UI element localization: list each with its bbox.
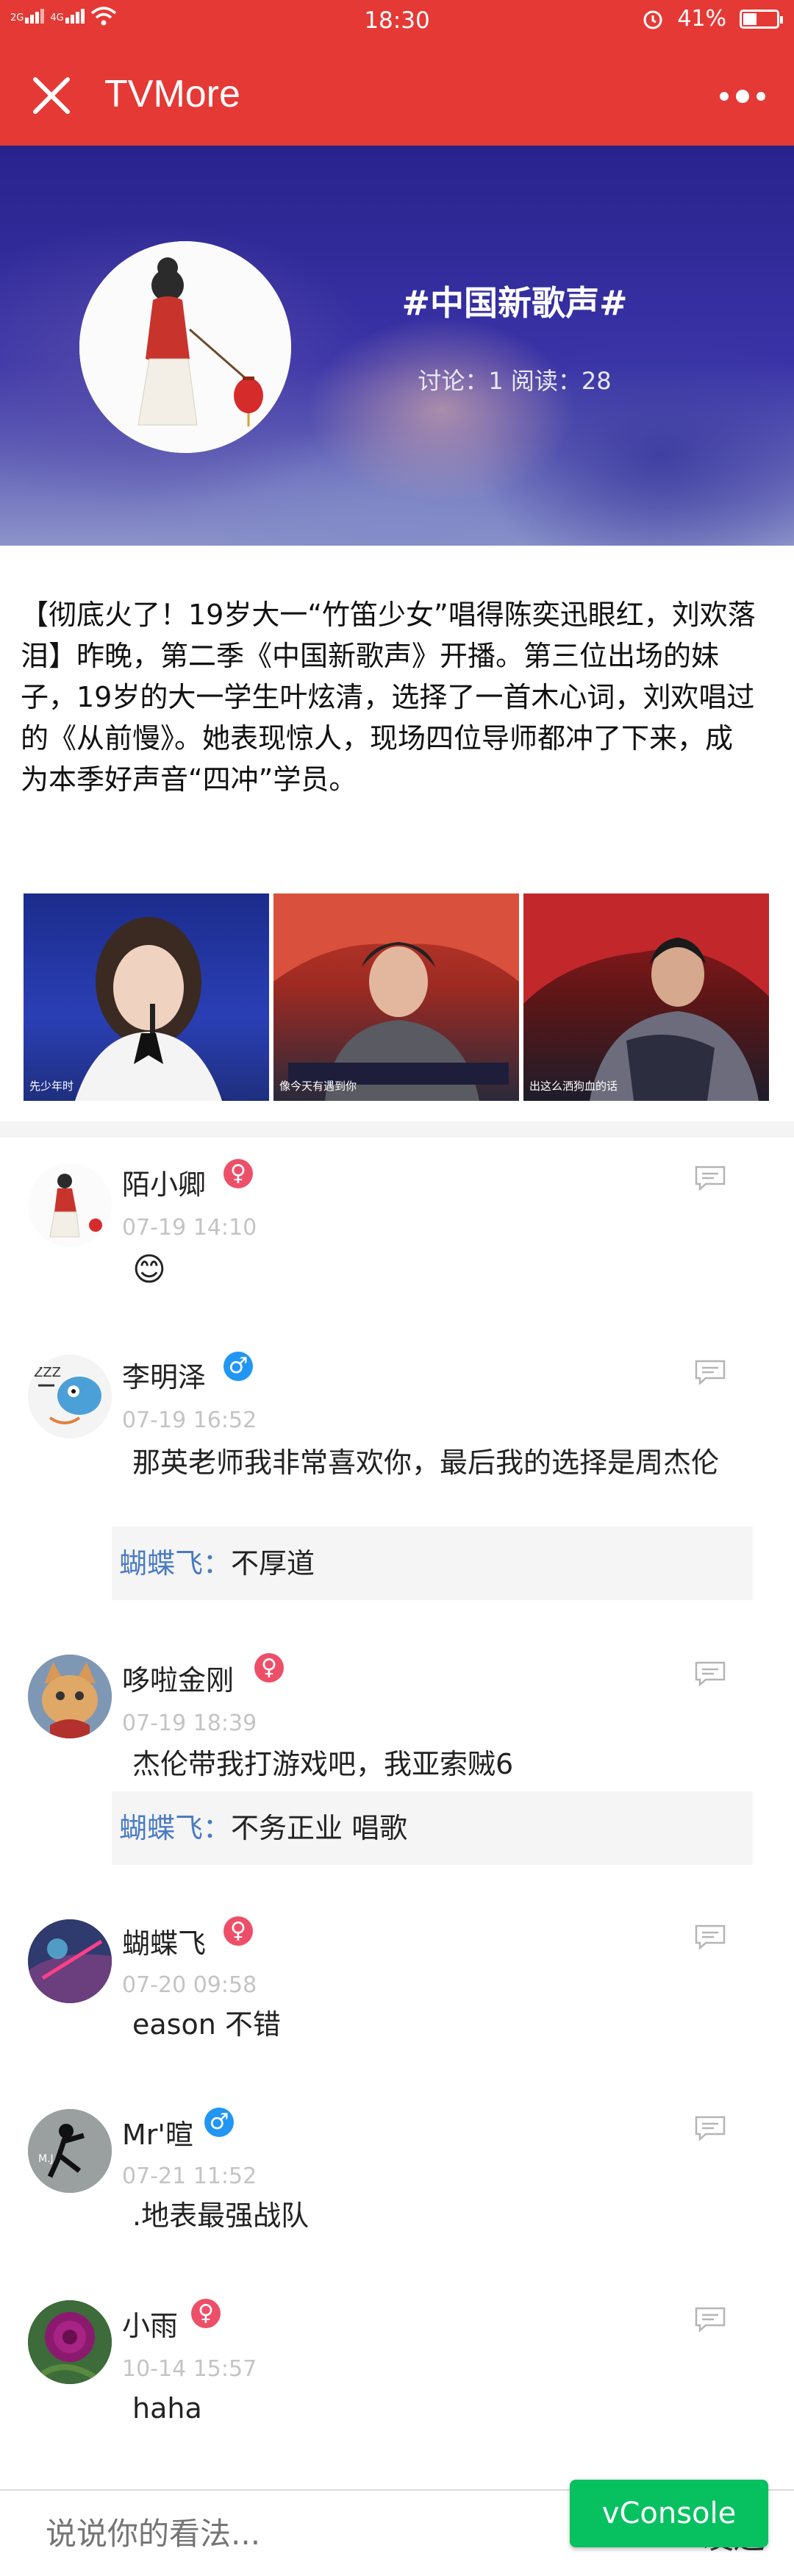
comment-time: 07-20 09:58 bbox=[122, 1972, 257, 1998]
title-bar: TVMore bbox=[0, 43, 794, 146]
svg-text:M.J: M.J bbox=[38, 2153, 54, 2165]
comment-text: 杰伦带我打游戏吧，我亚索贼6 bbox=[132, 1748, 514, 1780]
comment-author[interactable]: Mr'暄 bbox=[122, 2112, 193, 2152]
reply-icon[interactable] bbox=[694, 1924, 726, 1950]
female-icon: ♀ bbox=[254, 1653, 284, 1683]
comment-item: M.J Mr'暄 ♂ 07-21 11:52 .地表最强战队 bbox=[0, 2094, 794, 2263]
article-photo[interactable]: 像今天有遇到你 bbox=[273, 893, 519, 1101]
avatar[interactable] bbox=[28, 1655, 112, 1738]
more-dot bbox=[757, 92, 765, 101]
article-text: 【彻底火了！19岁大一“竹笛少女”唱得陈奕迅眼红，刘欢落泪】昨晚，第二季《中国新… bbox=[21, 599, 756, 796]
topic-stats: 讨论：1 阅读：28 bbox=[418, 367, 612, 395]
vconsole-button[interactable]: vConsole bbox=[570, 2480, 768, 2547]
comment-text: .地表最强战队 bbox=[132, 2199, 310, 2232]
reply-text: 不务正业 唱歌 bbox=[231, 1812, 408, 1844]
comment-time: 07-19 16:52 bbox=[122, 1407, 257, 1433]
girl-with-lantern-illustration bbox=[79, 241, 291, 453]
reply-icon[interactable] bbox=[694, 2115, 726, 2141]
reply-icon[interactable] bbox=[694, 1359, 726, 1385]
comment-item: ZZZ 李明泽 ♂ 07-19 16:52 那英老师我非常喜欢你，最后我的选择是… bbox=[0, 1338, 794, 1618]
reply-icon[interactable] bbox=[694, 1660, 726, 1687]
female-icon: ♀ bbox=[191, 2299, 221, 2328]
avatar[interactable] bbox=[28, 1163, 112, 1247]
comment-author[interactable]: 蝴蝶飞 bbox=[122, 1921, 206, 1961]
comment-item: 小雨 ♀ 10-14 15:57 haha bbox=[0, 2286, 794, 2455]
comment-item: 蝴蝶飞 ♀ 07-20 09:58 eason 不错 bbox=[0, 1905, 794, 2074]
topic-title: #中国新歌声# bbox=[401, 283, 628, 323]
comment-text: eason 不错 bbox=[132, 2008, 281, 2041]
status-right: 41% bbox=[642, 6, 783, 32]
judge-photo bbox=[273, 893, 519, 1101]
girl-avatar-image bbox=[49, 1174, 102, 1238]
photo-caption: 先少年时 bbox=[29, 1080, 74, 1093]
avatar[interactable]: M.J bbox=[28, 2109, 112, 2193]
avatar[interactable] bbox=[28, 1919, 112, 2003]
female-icon: ♀ bbox=[223, 1159, 253, 1188]
cartoon-avatar-image: ZZZ bbox=[34, 1365, 101, 1424]
comment-item: 哆啦金刚 ♀ 07-19 18:39 杰伦带我打游戏吧，我亚索贼6 蝴蝶飞：不务… bbox=[0, 1640, 794, 1883]
article-photos: 先少年时 像今天有遇到你 出这么洒狗血的话 bbox=[24, 893, 769, 1101]
comment-author[interactable]: 陌小卿 bbox=[122, 1162, 206, 1202]
singer-photo bbox=[75, 917, 222, 1101]
more-icon[interactable] bbox=[713, 78, 772, 115]
reply-item[interactable]: 蝴蝶飞：不务正业 唱歌 bbox=[112, 1791, 753, 1865]
male-icon: ♂ bbox=[204, 2108, 234, 2137]
comment-input[interactable] bbox=[44, 2508, 562, 2558]
battery-percent: 41% bbox=[677, 6, 726, 32]
comment-item: 陌小卿 ♀ 07-19 14:10 😊 bbox=[0, 1147, 794, 1316]
status-bar: 2G 4G 18:30 41% bbox=[0, 0, 794, 43]
battery-icon bbox=[740, 9, 783, 29]
comment-author[interactable]: 哆啦金刚 bbox=[122, 1658, 234, 1698]
comment-text: 那英老师我非常喜欢你，最后我的选择是周杰伦 bbox=[132, 1446, 720, 1479]
male-icon: ♂ bbox=[223, 1352, 253, 1381]
svg-text:ZZZ: ZZZ bbox=[34, 1365, 61, 1380]
article-photo[interactable]: 出这么洒狗血的话 bbox=[523, 893, 769, 1101]
app-title: TVMore bbox=[104, 73, 240, 115]
comment-text: haha bbox=[132, 2392, 202, 2425]
comment-author[interactable]: 小雨 bbox=[122, 2303, 178, 2344]
dancer-avatar-image: M.J bbox=[28, 2109, 112, 2193]
alarm-icon bbox=[643, 10, 662, 29]
reply-item[interactable]: 蝴蝶飞：不厚道 bbox=[112, 1527, 753, 1600]
article-photo[interactable]: 先少年时 bbox=[24, 893, 269, 1101]
comment-time: 07-21 11:52 bbox=[122, 2163, 257, 2189]
comment-time: 07-19 14:10 bbox=[122, 1215, 257, 1241]
comment-text: 😊 bbox=[132, 1251, 166, 1288]
avatar[interactable]: ZZZ bbox=[28, 1355, 112, 1438]
more-dot bbox=[720, 92, 729, 101]
comment-time: 07-19 18:39 bbox=[122, 1710, 257, 1736]
close-icon[interactable] bbox=[29, 74, 74, 118]
female-icon: ♀ bbox=[223, 1916, 253, 1946]
reply-author[interactable]: 蝴蝶飞： bbox=[119, 1812, 231, 1844]
section-divider bbox=[0, 1121, 794, 1138]
reply-icon[interactable] bbox=[694, 2306, 726, 2333]
flower-avatar-image bbox=[28, 2300, 112, 2384]
topic-banner: #中国新歌声# 讨论：1 阅读：28 bbox=[0, 146, 794, 546]
photo-caption: 出这么洒狗血的话 bbox=[529, 1080, 618, 1093]
comment-author[interactable]: 李明泽 bbox=[122, 1355, 206, 1395]
avatar[interactable] bbox=[28, 2300, 112, 2384]
judge-photo bbox=[523, 893, 769, 1101]
topic-avatar bbox=[79, 241, 291, 453]
reply-author[interactable]: 蝴蝶飞： bbox=[119, 1547, 231, 1580]
scenery-avatar-image bbox=[28, 1919, 112, 2003]
reply-icon[interactable] bbox=[694, 1165, 726, 1191]
more-dot bbox=[736, 90, 749, 103]
battery-level bbox=[743, 13, 757, 25]
comment-time: 10-14 15:57 bbox=[122, 2356, 257, 2382]
photo-caption: 像今天有遇到你 bbox=[279, 1080, 357, 1093]
cat-avatar-image bbox=[28, 1655, 112, 1738]
reply-text: 不厚道 bbox=[231, 1547, 315, 1580]
